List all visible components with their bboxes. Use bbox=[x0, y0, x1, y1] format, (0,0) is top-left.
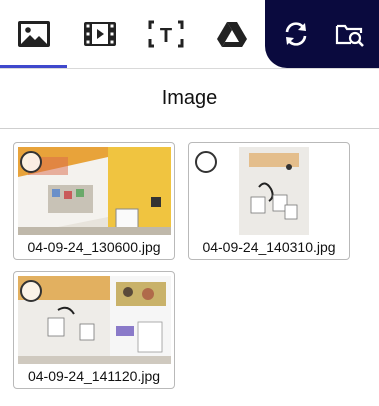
image-card[interactable]: 04-09-24_141120.jpg bbox=[13, 271, 175, 389]
tab-text[interactable]: T bbox=[133, 0, 199, 68]
toolbar: T bbox=[0, 0, 379, 68]
title-divider bbox=[0, 128, 379, 129]
folder-search-button[interactable] bbox=[325, 0, 375, 68]
google-drive-icon bbox=[217, 22, 247, 47]
toolbar-divider bbox=[0, 68, 379, 69]
text-icon-glyph: T bbox=[160, 25, 172, 47]
select-radio[interactable] bbox=[20, 280, 42, 302]
image-card[interactable]: 04-09-24_140310.jpg bbox=[188, 142, 350, 260]
panel-title: Image bbox=[161, 87, 218, 109]
tab-google-drive[interactable] bbox=[199, 0, 265, 68]
tab-video[interactable] bbox=[67, 0, 133, 68]
image-filename: 04-09-24_130600.jpg bbox=[27, 239, 161, 255]
text-icon: T bbox=[148, 20, 184, 48]
image-filename: 04-09-24_140310.jpg bbox=[202, 239, 336, 255]
select-radio[interactable] bbox=[195, 151, 217, 173]
refresh-button[interactable] bbox=[272, 0, 320, 68]
refresh-icon bbox=[285, 22, 307, 46]
image-filename: 04-09-24_141120.jpg bbox=[27, 368, 161, 384]
tab-image[interactable] bbox=[0, 0, 67, 68]
image-icon bbox=[17, 21, 50, 47]
folder-search-icon bbox=[335, 24, 364, 47]
image-card[interactable]: 04-09-24_130600.jpg bbox=[13, 142, 175, 260]
select-radio[interactable] bbox=[20, 151, 42, 173]
video-icon bbox=[84, 22, 116, 46]
